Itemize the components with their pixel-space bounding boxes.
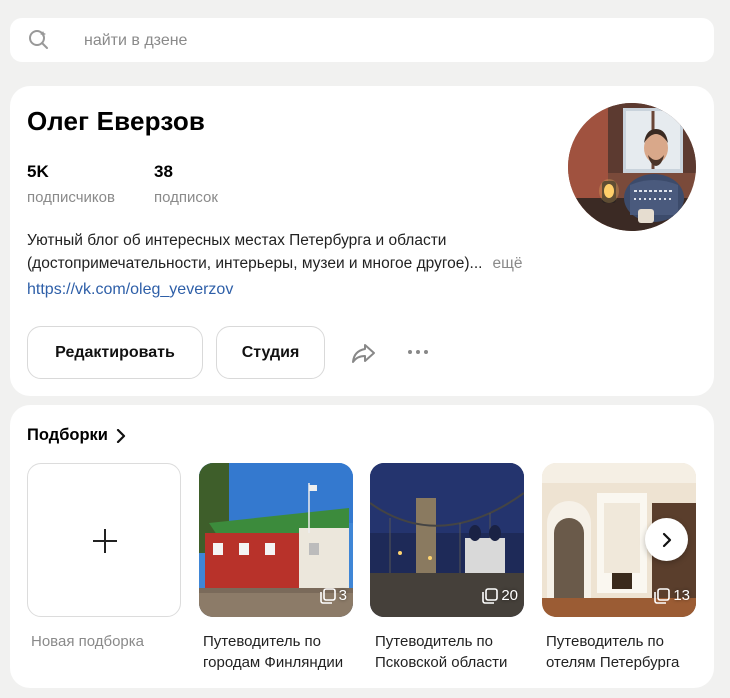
description-line: (достопримечательности, интерьеры, музеи… bbox=[27, 255, 483, 272]
search-input[interactable] bbox=[84, 30, 684, 52]
more-link[interactable]: ещё bbox=[492, 255, 522, 272]
subscriptions-label: подписок bbox=[154, 189, 218, 206]
collections-title: Подборки bbox=[27, 426, 108, 444]
profile-description: Уютный блог об интересных местах Петербу… bbox=[27, 229, 567, 275]
studio-button[interactable]: Студия bbox=[216, 326, 325, 379]
collection-label-hotels[interactable]: Путеводитель по отелям Петербурга bbox=[546, 631, 706, 673]
chevron-right-icon bbox=[116, 428, 126, 443]
more-options-icon[interactable] bbox=[406, 338, 430, 366]
subscribers-stat[interactable]: 5K подписчиков bbox=[27, 162, 115, 206]
subscriptions-count: 38 bbox=[154, 162, 173, 181]
collection-label-line: городам Финляндии bbox=[203, 654, 344, 671]
collection-label-line: отелям Петербурга bbox=[546, 654, 680, 671]
collection-tile-finland[interactable]: 3 bbox=[199, 463, 353, 617]
collection-stack-icon bbox=[319, 587, 336, 604]
collection-label-line: Псковской области bbox=[375, 654, 508, 671]
new-collection-tile[interactable] bbox=[27, 463, 181, 617]
collection-label-line: Путеводитель по bbox=[546, 633, 665, 650]
collection-count-value: 13 bbox=[673, 587, 690, 604]
new-collection-label: Новая подборка bbox=[31, 633, 145, 650]
collection-tile-pskov[interactable]: 20 bbox=[370, 463, 524, 617]
profile-card: Олег Еверзов 5K подписчиков 38 подписок … bbox=[10, 86, 714, 396]
collection-stack-icon bbox=[482, 587, 499, 604]
share-icon[interactable] bbox=[350, 339, 378, 367]
collection-stack-icon bbox=[654, 587, 671, 604]
avatar bbox=[568, 103, 696, 231]
search-bar[interactable] bbox=[10, 18, 714, 62]
collection-count-value: 20 bbox=[501, 587, 518, 604]
collection-label-pskov[interactable]: Путеводитель по Псковской области bbox=[375, 631, 535, 673]
collection-count: 13 bbox=[654, 587, 690, 604]
subscribers-label: подписчиков bbox=[27, 189, 115, 206]
collection-label-finland[interactable]: Путеводитель по городам Финляндии bbox=[203, 631, 363, 673]
collections-card: Подборки Новая подборка 3 Путеводитель п… bbox=[10, 405, 714, 688]
collection-count: 20 bbox=[482, 587, 518, 604]
profile-name: Олег Еверзов bbox=[27, 106, 206, 136]
subscribers-count: 5K bbox=[27, 162, 49, 181]
edit-button[interactable]: Редактировать bbox=[27, 326, 203, 379]
collection-count: 3 bbox=[319, 587, 347, 604]
collection-label-line: Путеводитель по bbox=[203, 633, 322, 650]
plus-icon bbox=[93, 529, 117, 553]
collection-count-value: 3 bbox=[338, 587, 347, 604]
collection-label-line: Путеводитель по bbox=[375, 633, 494, 650]
profile-link[interactable]: https://vk.com/oleg_yeverzov bbox=[27, 281, 233, 299]
search-icon bbox=[29, 30, 48, 49]
next-button[interactable] bbox=[645, 518, 688, 561]
collections-header[interactable]: Подборки bbox=[27, 426, 126, 445]
description-line: Уютный блог об интересных местах Петербу… bbox=[27, 232, 447, 249]
chevron-right-icon bbox=[662, 532, 671, 547]
subscriptions-stat[interactable]: 38 подписок bbox=[154, 162, 218, 206]
